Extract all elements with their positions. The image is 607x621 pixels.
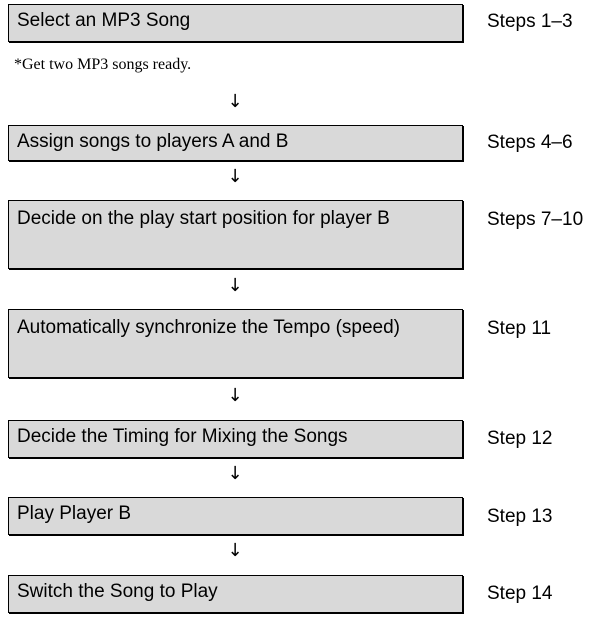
step-ref: Steps 4–6 [487, 132, 573, 153]
step-box-mix-timing: Decide the Timing for Mixing the Songs [8, 420, 463, 458]
down-arrow-icon: ↓ [227, 275, 243, 296]
step-ref: Step 12 [487, 428, 553, 449]
down-arrow-icon: ↓ [227, 166, 243, 187]
down-arrow-icon: ↓ [227, 540, 243, 561]
step-ref: Steps 1–3 [487, 11, 573, 32]
step-box-assign-songs: Assign songs to players A and B [8, 125, 463, 161]
step-box-play-player-b: Play Player B [8, 497, 463, 535]
step-label: Decide on the play start position for pl… [17, 208, 390, 229]
step-box-select-song: Select an MP3 Song [8, 4, 463, 42]
step-box-sync-tempo: Automatically synchronize the Tempo (spe… [8, 309, 463, 378]
note-text: *Get two MP3 songs ready. [14, 56, 192, 73]
step-ref: Step 11 [487, 318, 552, 339]
step-label: Select an MP3 Song [17, 10, 191, 31]
step-label: Play Player B [17, 503, 132, 524]
down-arrow-icon: ↓ [227, 385, 243, 406]
step-label: Decide the Timing for Mixing the Songs [17, 426, 348, 447]
down-arrow-icon: ↓ [227, 463, 243, 484]
step-label: Automatically synchronize the Tempo (spe… [17, 317, 401, 338]
step-ref: Steps 7–10 [487, 209, 584, 230]
step-label: Switch the Song to Play [17, 581, 218, 602]
step-box-switch-song: Switch the Song to Play [8, 575, 463, 613]
step-ref: Step 13 [487, 506, 553, 527]
down-arrow-icon: ↓ [227, 91, 243, 112]
step-ref: Step 14 [487, 583, 553, 604]
step-box-start-position: Decide on the play start position for pl… [8, 200, 463, 269]
step-label: Assign songs to players A and B [17, 131, 289, 152]
